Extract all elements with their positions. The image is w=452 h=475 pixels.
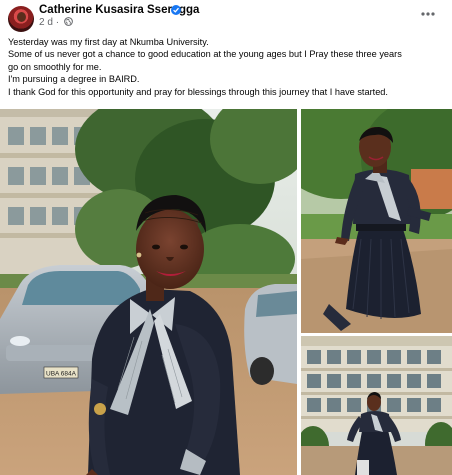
post-paragraph: I'm pursuing a degree in BAIRD. [8,74,140,85]
post-meta: 2 d · [39,17,73,29]
verified-badge-icon [171,5,181,15]
meta-separator: · [55,17,60,28]
author-avatar[interactable] [8,6,34,32]
car-plate: UBA 684A [46,371,77,378]
post-photo-tertiary[interactable] [301,336,452,475]
facebook-post: Catherine Kusasira Sserugga 2 d · Yester… [0,0,452,475]
post-paragraph: go on smoothly for me. [8,61,102,72]
post-photo-secondary[interactable] [301,109,452,333]
globe-icon [63,17,73,29]
post-paragraph: Some of us never got a chance to good ed… [8,49,402,60]
post-paragraph: I thank God for this opportunity and pra… [8,86,388,97]
post-header: Catherine Kusasira Sserugga 2 d · [0,0,452,32]
more-options-icon[interactable] [418,6,438,22]
post-time[interactable]: 2 d [39,17,53,28]
post-paragraph: Yesterday was my first day at Nkumba Uni… [8,37,209,47]
post-text: Yesterday was my first day at Nkumba Uni… [8,36,448,98]
post-photo-main[interactable]: UBA 684A [0,109,297,475]
